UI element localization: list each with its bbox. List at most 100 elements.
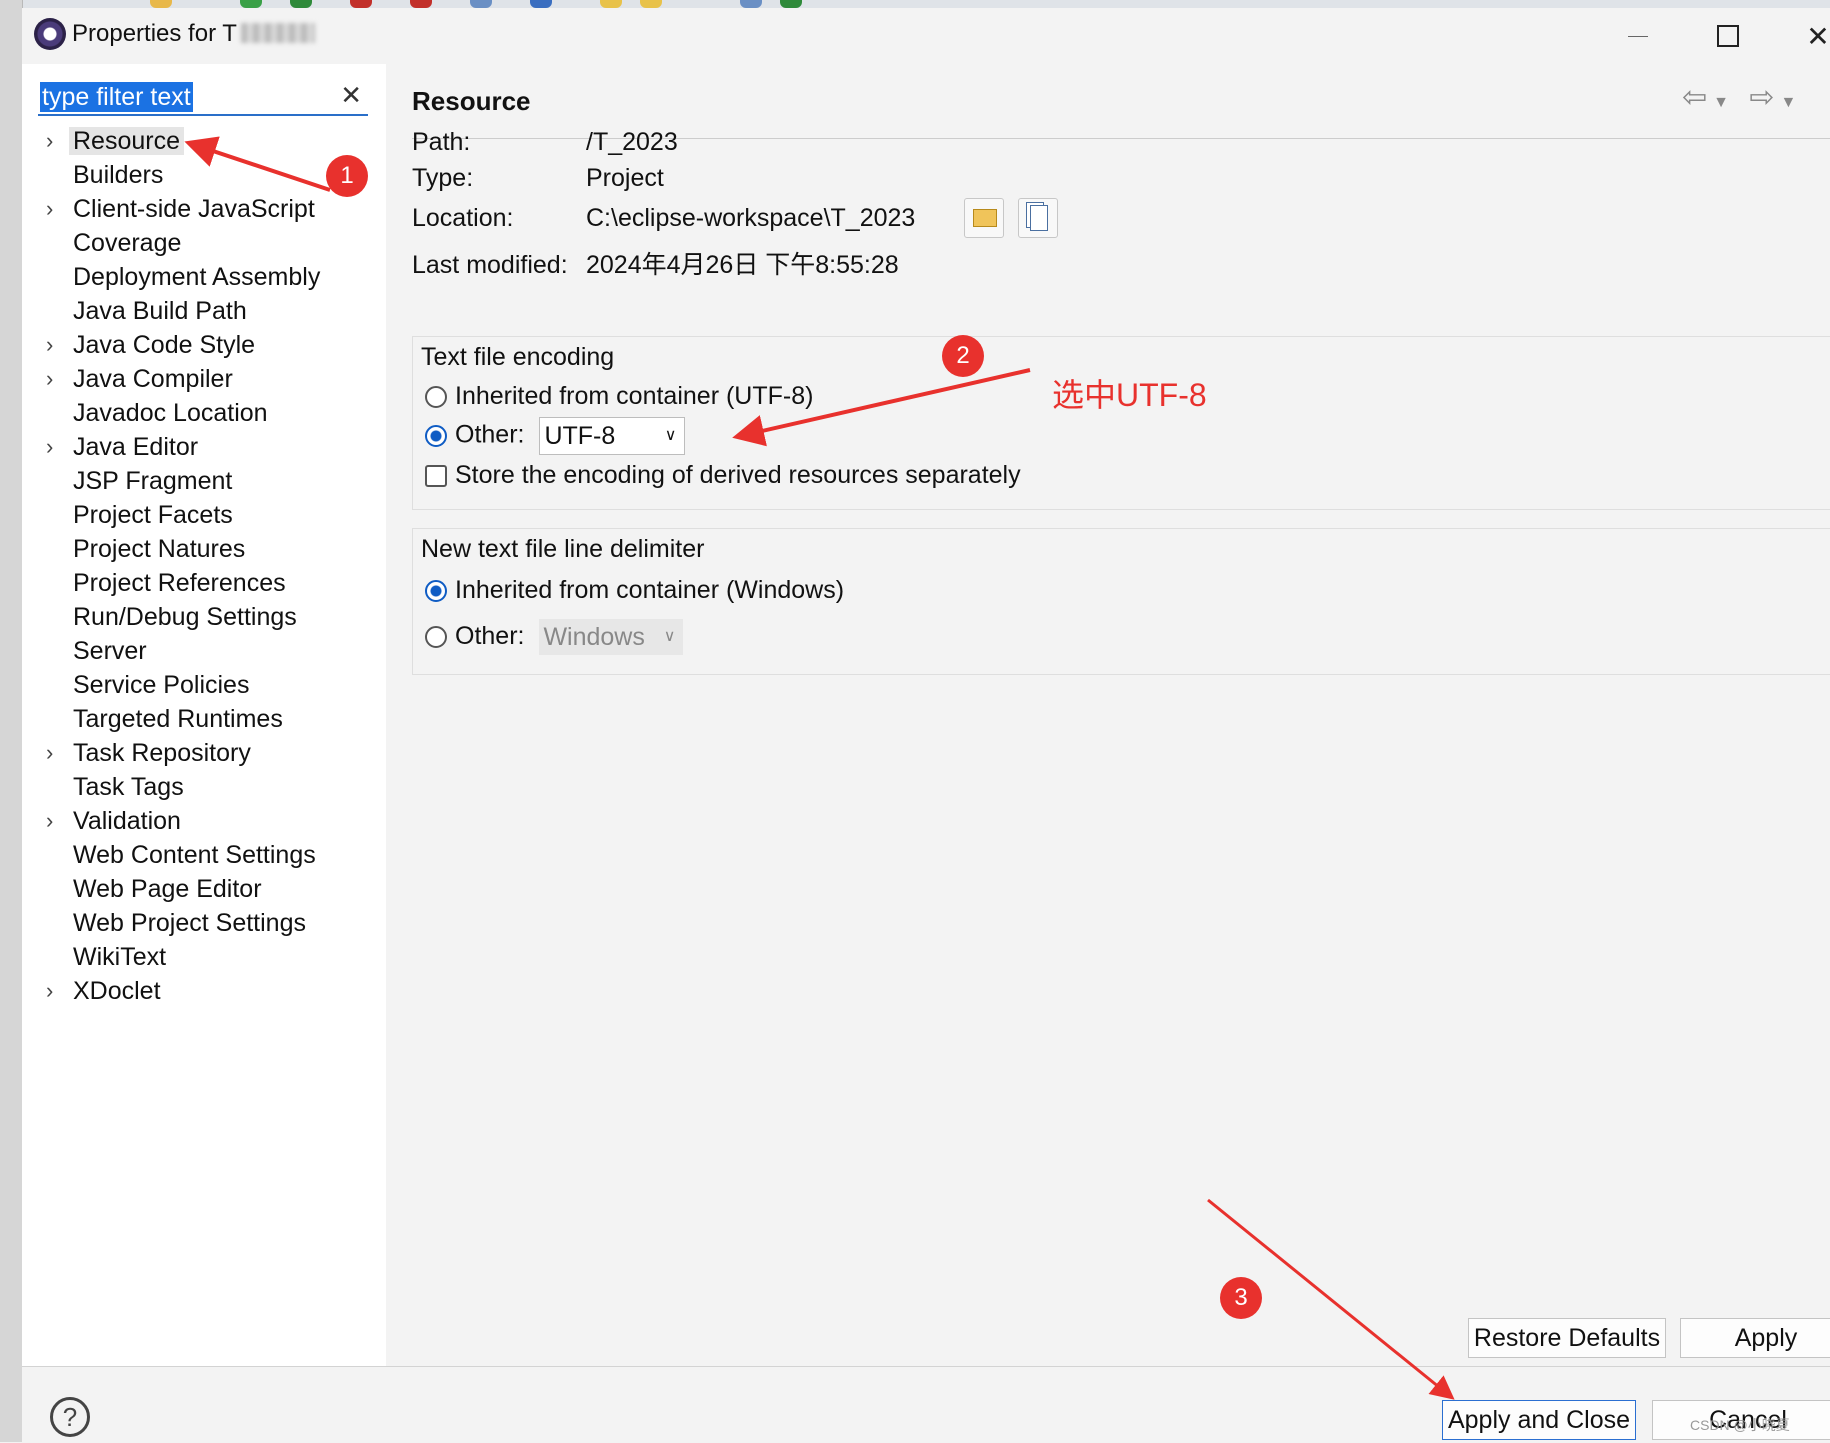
chevron-right-icon[interactable]: ›: [46, 804, 53, 838]
tree-item-javadoc-location[interactable]: Javadoc Location: [22, 396, 386, 430]
maximize-button[interactable]: [1688, 8, 1768, 64]
tree-item-label: WikiText: [73, 943, 167, 971]
tree-item-label: Web Project Settings: [73, 909, 306, 937]
checkbox[interactable]: [425, 465, 447, 487]
filter-field[interactable]: type filter text ✕: [38, 80, 368, 116]
group-title: Text file encoding: [421, 343, 615, 371]
chevron-right-icon[interactable]: ›: [46, 362, 53, 396]
minimize-button[interactable]: [1598, 8, 1678, 64]
tree-item-server[interactable]: Server: [22, 634, 386, 668]
maximize-icon: [1717, 25, 1739, 47]
tree-item-targeted-runtimes[interactable]: Targeted Runtimes: [22, 702, 386, 736]
tree-item-project-references[interactable]: Project References: [22, 566, 386, 600]
tree-item-java-compiler[interactable]: › Java Compiler: [22, 362, 386, 396]
show-in-explorer-button[interactable]: [964, 198, 1004, 238]
tree-item-coverage[interactable]: Coverage: [22, 226, 386, 260]
tree-item-label: Project Natures: [73, 535, 246, 563]
radio-button[interactable]: [425, 424, 447, 447]
option-label: Other:: [455, 420, 525, 449]
help-icon[interactable]: ?: [50, 1397, 90, 1437]
property-tree-pane: type filter text ✕ › Resource Builders › Cli…: [22, 64, 387, 1366]
tree-item-client-side-javascript[interactable]: › Client-side JavaScript: [22, 192, 386, 226]
tree-item-label: Task Tags: [73, 773, 184, 801]
delimiter-select[interactable]: Windows ∨: [539, 619, 684, 656]
tree-item-java-editor[interactable]: › Java Editor: [22, 430, 386, 464]
back-arrow-icon[interactable]: ⇦: [1682, 81, 1713, 114]
tree-item-label: JSP Fragment: [73, 467, 233, 495]
tree-item-label: Web Page Editor: [73, 875, 262, 903]
tree-item-label: Task Repository: [73, 739, 251, 767]
tree-item-web-content-settings[interactable]: Web Content Settings: [22, 838, 386, 872]
tree-item-java-code-style[interactable]: › Java Code Style: [22, 328, 386, 362]
location-label: Location:: [412, 204, 514, 232]
tree-item-label: Project References: [73, 569, 286, 597]
property-tree: › Resource Builders › Client-side JavaScript…: [22, 124, 386, 1008]
tree-item-deployment-assembly[interactable]: Deployment Assembly: [22, 260, 386, 294]
tree-item-label: Coverage: [73, 229, 182, 257]
tree-item-project-facets[interactable]: Project Facets: [22, 498, 386, 532]
modified-value: 2024年4月26日 下午8:55:28: [586, 251, 899, 279]
apply-button[interactable]: Apply: [1680, 1318, 1830, 1358]
eclipse-icon: [34, 18, 66, 50]
tree-item-task-repository[interactable]: › Task Repository: [22, 736, 386, 770]
option-label: Inherited from container (Windows): [455, 576, 845, 604]
tree-item-label: Targeted Runtimes: [73, 705, 283, 733]
encoding-inherited-option[interactable]: Inherited from container (UTF-8): [425, 379, 813, 413]
tree-item-wikitext[interactable]: WikiText: [22, 940, 386, 974]
path-value: /T_2023: [586, 128, 678, 156]
annotation-badge-3: 3: [1220, 1277, 1262, 1319]
tree-item-label: Service Policies: [73, 671, 250, 699]
tree-item-web-project-settings[interactable]: Web Project Settings: [22, 906, 386, 940]
history-navigation[interactable]: ⇦▼ ⇨▼: [1682, 80, 1802, 115]
tree-item-label: Run/Debug Settings: [73, 603, 297, 631]
tree-item-validation[interactable]: › Validation: [22, 804, 386, 838]
tree-item-label: Javadoc Location: [73, 399, 268, 427]
chevron-right-icon[interactable]: ›: [46, 328, 53, 362]
line-delimiter-group: New text file line delimiter Inherited f…: [412, 528, 1830, 675]
tree-item-label: Java Code Style: [73, 331, 256, 359]
chevron-right-icon[interactable]: ›: [46, 974, 53, 1008]
background-toolbar-strip: [0, 0, 1830, 8]
delimiter-other-option[interactable]: Other: Windows ∨: [425, 619, 684, 656]
chevron-down-icon: ∨: [663, 628, 676, 646]
apply-and-close-button[interactable]: Apply and Close: [1442, 1400, 1636, 1440]
delimiter-inherited-option[interactable]: Inherited from container (Windows): [425, 573, 844, 607]
radio-button[interactable]: [425, 626, 447, 648]
close-button[interactable]: ✕: [1778, 8, 1830, 64]
tree-item-service-policies[interactable]: Service Policies: [22, 668, 386, 702]
chevron-down-icon[interactable]: ▼: [1780, 94, 1802, 111]
chevron-right-icon[interactable]: ›: [46, 430, 53, 464]
chevron-right-icon[interactable]: ›: [46, 124, 53, 158]
tree-item-web-page-editor[interactable]: Web Page Editor: [22, 872, 386, 906]
restore-defaults-button[interactable]: Restore Defaults: [1468, 1318, 1666, 1358]
chevron-right-icon[interactable]: ›: [46, 736, 53, 770]
tree-item-label: Java Build Path: [73, 297, 247, 325]
annotation-badge-2: 2: [942, 335, 984, 377]
select-value: Windows: [543, 623, 645, 652]
copy-path-button[interactable]: [1018, 198, 1058, 238]
modified-row: Last modified: 2024年4月26日 下午8:55:28: [412, 245, 899, 281]
chevron-right-icon[interactable]: ›: [46, 192, 53, 226]
forward-arrow-icon[interactable]: ⇨: [1749, 81, 1780, 114]
select-value: UTF-8: [544, 422, 616, 450]
tree-item-label: Validation: [73, 807, 181, 835]
clear-icon[interactable]: ✕: [340, 80, 362, 111]
option-label: Other:: [455, 622, 525, 650]
tree-item-xdoclet[interactable]: › XDoclet: [22, 974, 386, 1008]
location-value: C:\eclipse-workspace\T_2023: [586, 204, 916, 232]
tree-item-project-natures[interactable]: Project Natures: [22, 532, 386, 566]
encoding-select[interactable]: UTF-8 ∨: [539, 417, 686, 455]
filter-input[interactable]: type filter text: [40, 82, 193, 112]
radio-button[interactable]: [425, 580, 447, 602]
tree-item-resource[interactable]: › Resource: [22, 124, 386, 158]
tree-item-task-tags[interactable]: Task Tags: [22, 770, 386, 804]
encoding-other-option[interactable]: Other: UTF-8 ∨: [425, 417, 686, 455]
tree-item-run-debug-settings[interactable]: Run/Debug Settings: [22, 600, 386, 634]
chevron-down-icon[interactable]: ▼: [1713, 94, 1735, 111]
store-encoding-option[interactable]: Store the encoding of derived resources …: [425, 458, 1021, 492]
tree-item-java-build-path[interactable]: Java Build Path: [22, 294, 386, 328]
radio-button[interactable]: [425, 386, 447, 408]
redacted-project-name: [240, 23, 315, 43]
tree-item-label: Resource: [69, 127, 184, 155]
tree-item-jsp-fragment[interactable]: JSP Fragment: [22, 464, 386, 498]
